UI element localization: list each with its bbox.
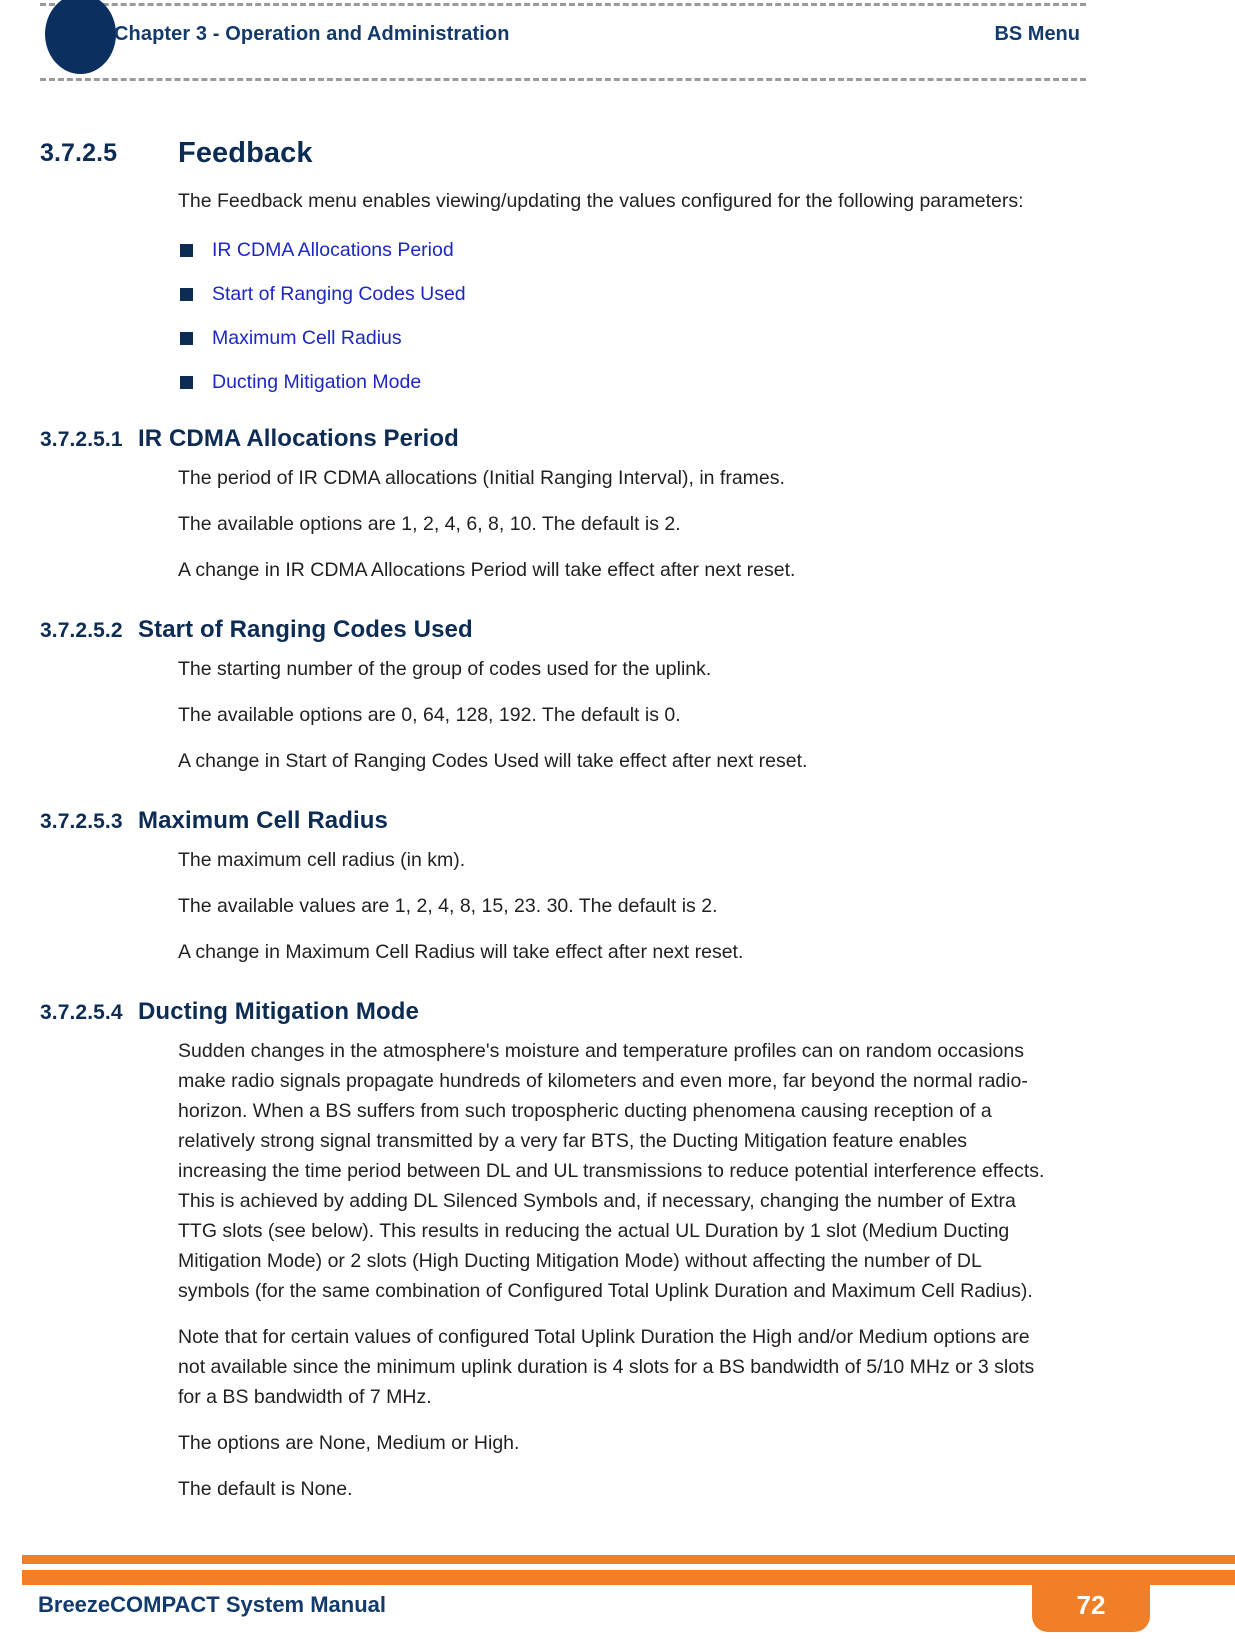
ducting-paragraph-4: The default is None. [178,1478,353,1500]
header-top-divider [40,3,1086,6]
heading-start-of-ranging-codes-used: 3.7.2.5.2 Start of Ranging Codes Used [0,615,1235,644]
square-bullet-icon [180,376,193,389]
header-chapter-title: Chapter 3 - Operation and Administration [114,23,510,45]
link-start-of-ranging-codes-used[interactable]: Start of Ranging Codes Used [212,283,466,305]
feedback-parameter-list: IR CDMA Allocations Period Start of Rang… [0,238,1235,394]
ranging-codes-paragraph-1: The starting number of the group of code… [178,658,712,680]
page-header: Chapter 3 - Operation and Administration… [0,0,1235,92]
ducting-paragraph-3: The options are None, Medium or High. [178,1432,520,1454]
footer-rule-upper [22,1555,1235,1564]
heading-text: IR CDMA Allocations Period [138,425,459,452]
heading-maximum-cell-radius: 3.7.2.5.3 Maximum Cell Radius [0,806,1235,835]
heading-ir-cdma-allocations-period: 3.7.2.5.1 IR CDMA Allocations Period [0,424,1235,453]
list-item[interactable]: Maximum Cell Radius [178,326,1235,350]
link-ducting-mitigation-mode[interactable]: Ducting Mitigation Mode [212,371,421,393]
link-maximum-cell-radius[interactable]: Maximum Cell Radius [212,327,402,349]
heading-number: 3.7.2.5.4 [40,1001,123,1024]
list-item[interactable]: Ducting Mitigation Mode [178,370,1235,394]
heading-number: 3.7.2.5.3 [40,810,123,833]
heading-text: Maximum Cell Radius [138,807,388,834]
list-item[interactable]: IR CDMA Allocations Period [178,238,1235,262]
heading-ducting-mitigation-mode: 3.7.2.5.4 Ducting Mitigation Mode [0,997,1235,1026]
ducting-paragraph-2: Note that for certain values of configur… [178,1326,1035,1408]
ranging-codes-paragraph-2: The available options are 0, 64, 128, 19… [178,704,681,726]
ranging-codes-paragraph-3: A change in Start of Ranging Codes Used … [178,750,808,772]
square-bullet-icon [180,332,193,345]
link-ir-cdma-allocations-period[interactable]: IR CDMA Allocations Period [212,239,454,261]
footer-manual-title: BreezeCOMPACT System Manual [38,1592,387,1617]
cell-radius-paragraph-3: A change in Maximum Cell Radius will tak… [178,941,744,963]
ir-cdma-paragraph-2: The available options are 1, 2, 4, 6, 8,… [178,513,681,535]
square-bullet-icon [180,244,193,257]
heading-text: Start of Ranging Codes Used [138,616,473,643]
heading-feedback: 3.7.2.5 Feedback [0,136,1235,170]
heading-text: Ducting Mitigation Mode [138,998,419,1025]
document-body: 3.7.2.5 Feedback The Feedback menu enabl… [0,92,1235,1504]
page-footer: BreezeCOMPACT System Manual 72 [0,1529,1235,1639]
heading-feedback-number: 3.7.2.5 [40,139,118,167]
header-circle-decoration [45,0,116,74]
cell-radius-paragraph-2: The available values are 1, 2, 4, 8, 15,… [178,895,718,917]
heading-feedback-text: Feedback [178,137,313,169]
ir-cdma-paragraph-1: The period of IR CDMA allocations (Initi… [178,467,785,489]
page-number: 72 [1076,1590,1106,1620]
ir-cdma-paragraph-3: A change in IR CDMA Allocations Period w… [178,559,796,581]
ducting-paragraph-1: Sudden changes in the atmosphere's moist… [178,1040,1045,1302]
list-item[interactable]: Start of Ranging Codes Used [178,282,1235,306]
header-bottom-divider [40,78,1086,81]
page-number-tab: 72 [1032,1570,1150,1632]
header-section-title: BS Menu [994,23,1080,45]
feedback-intro-paragraph: The Feedback menu enables viewing/updati… [178,190,1024,212]
square-bullet-icon [180,288,193,301]
cell-radius-paragraph-1: The maximum cell radius (in km). [178,849,466,871]
heading-number: 3.7.2.5.2 [40,619,123,642]
heading-number: 3.7.2.5.1 [40,428,123,451]
